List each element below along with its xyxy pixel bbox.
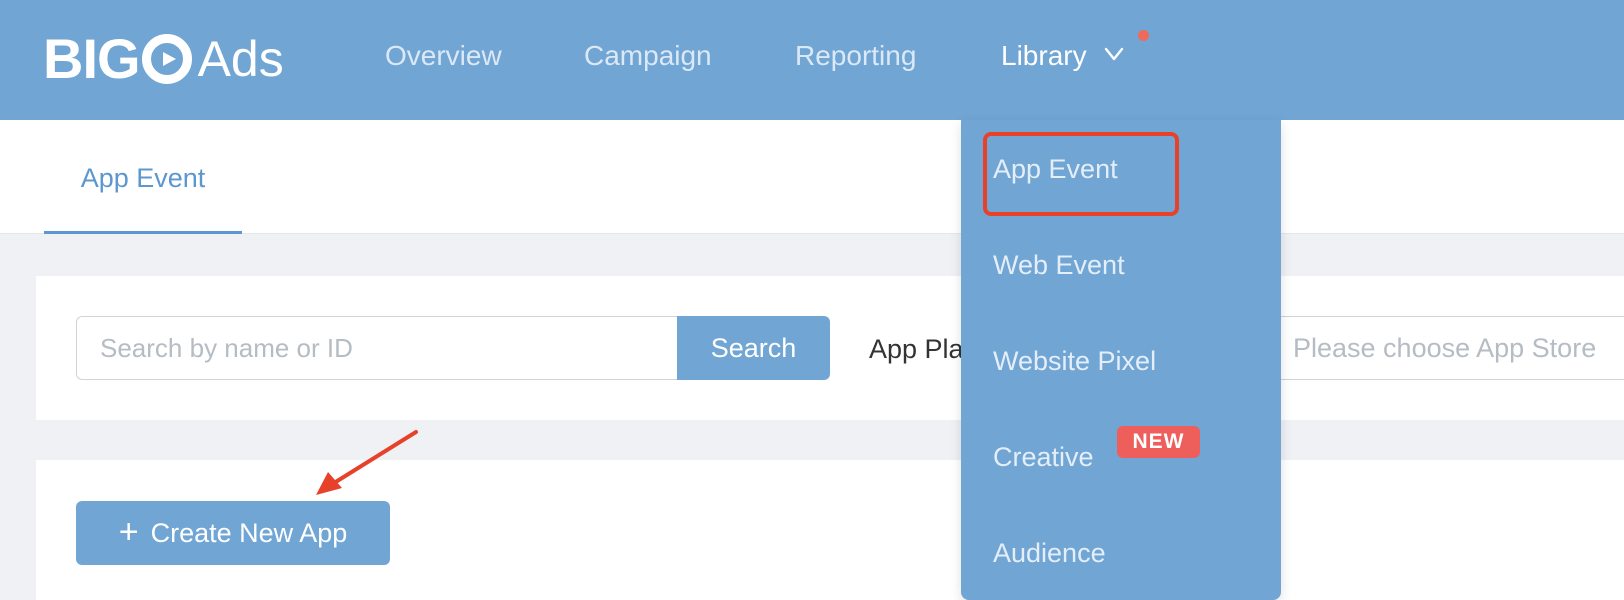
create-new-app-button[interactable]: + Create New App [76,501,390,565]
menu-item-creative[interactable]: Creative [993,440,1094,474]
tab-app-event[interactable]: App Event [44,120,242,234]
create-new-app-label: Create New App [150,517,348,548]
app-store-select[interactable]: Please choose App Store [1270,316,1624,380]
nav-campaign[interactable]: Campaign [584,38,712,74]
plus-icon: + [118,512,139,551]
top-nav-bar: BIG Ads Overview Campaign Reporting Libr… [0,0,1624,120]
logo-play-icon [141,34,192,84]
annotation-arrow-icon [316,430,418,495]
new-badge: NEW [1117,426,1200,458]
search-input[interactable] [76,316,678,380]
nav-library[interactable]: Library [1001,38,1087,74]
highlight-box [983,132,1179,216]
app-store-placeholder: Please choose App Store [1293,332,1597,363]
chevron-down-icon[interactable] [1104,44,1124,64]
menu-item-audience[interactable]: Audience [993,536,1106,570]
search-button[interactable]: Search [677,316,830,380]
menu-item-website-pixel[interactable]: Website Pixel [993,344,1156,378]
app-platform-label: App Pla [869,334,964,364]
tab-strip: App Event [0,120,1624,234]
nav-overview[interactable]: Overview [385,38,502,74]
nav-reporting[interactable]: Reporting [795,38,916,74]
bigo-ads-logo[interactable]: BIG Ads [43,24,284,94]
notification-dot [1138,30,1149,41]
logo-wordmark: BIG [43,31,192,87]
menu-item-web-event[interactable]: Web Event [993,248,1125,282]
logo-ads-text: Ads [197,31,284,87]
